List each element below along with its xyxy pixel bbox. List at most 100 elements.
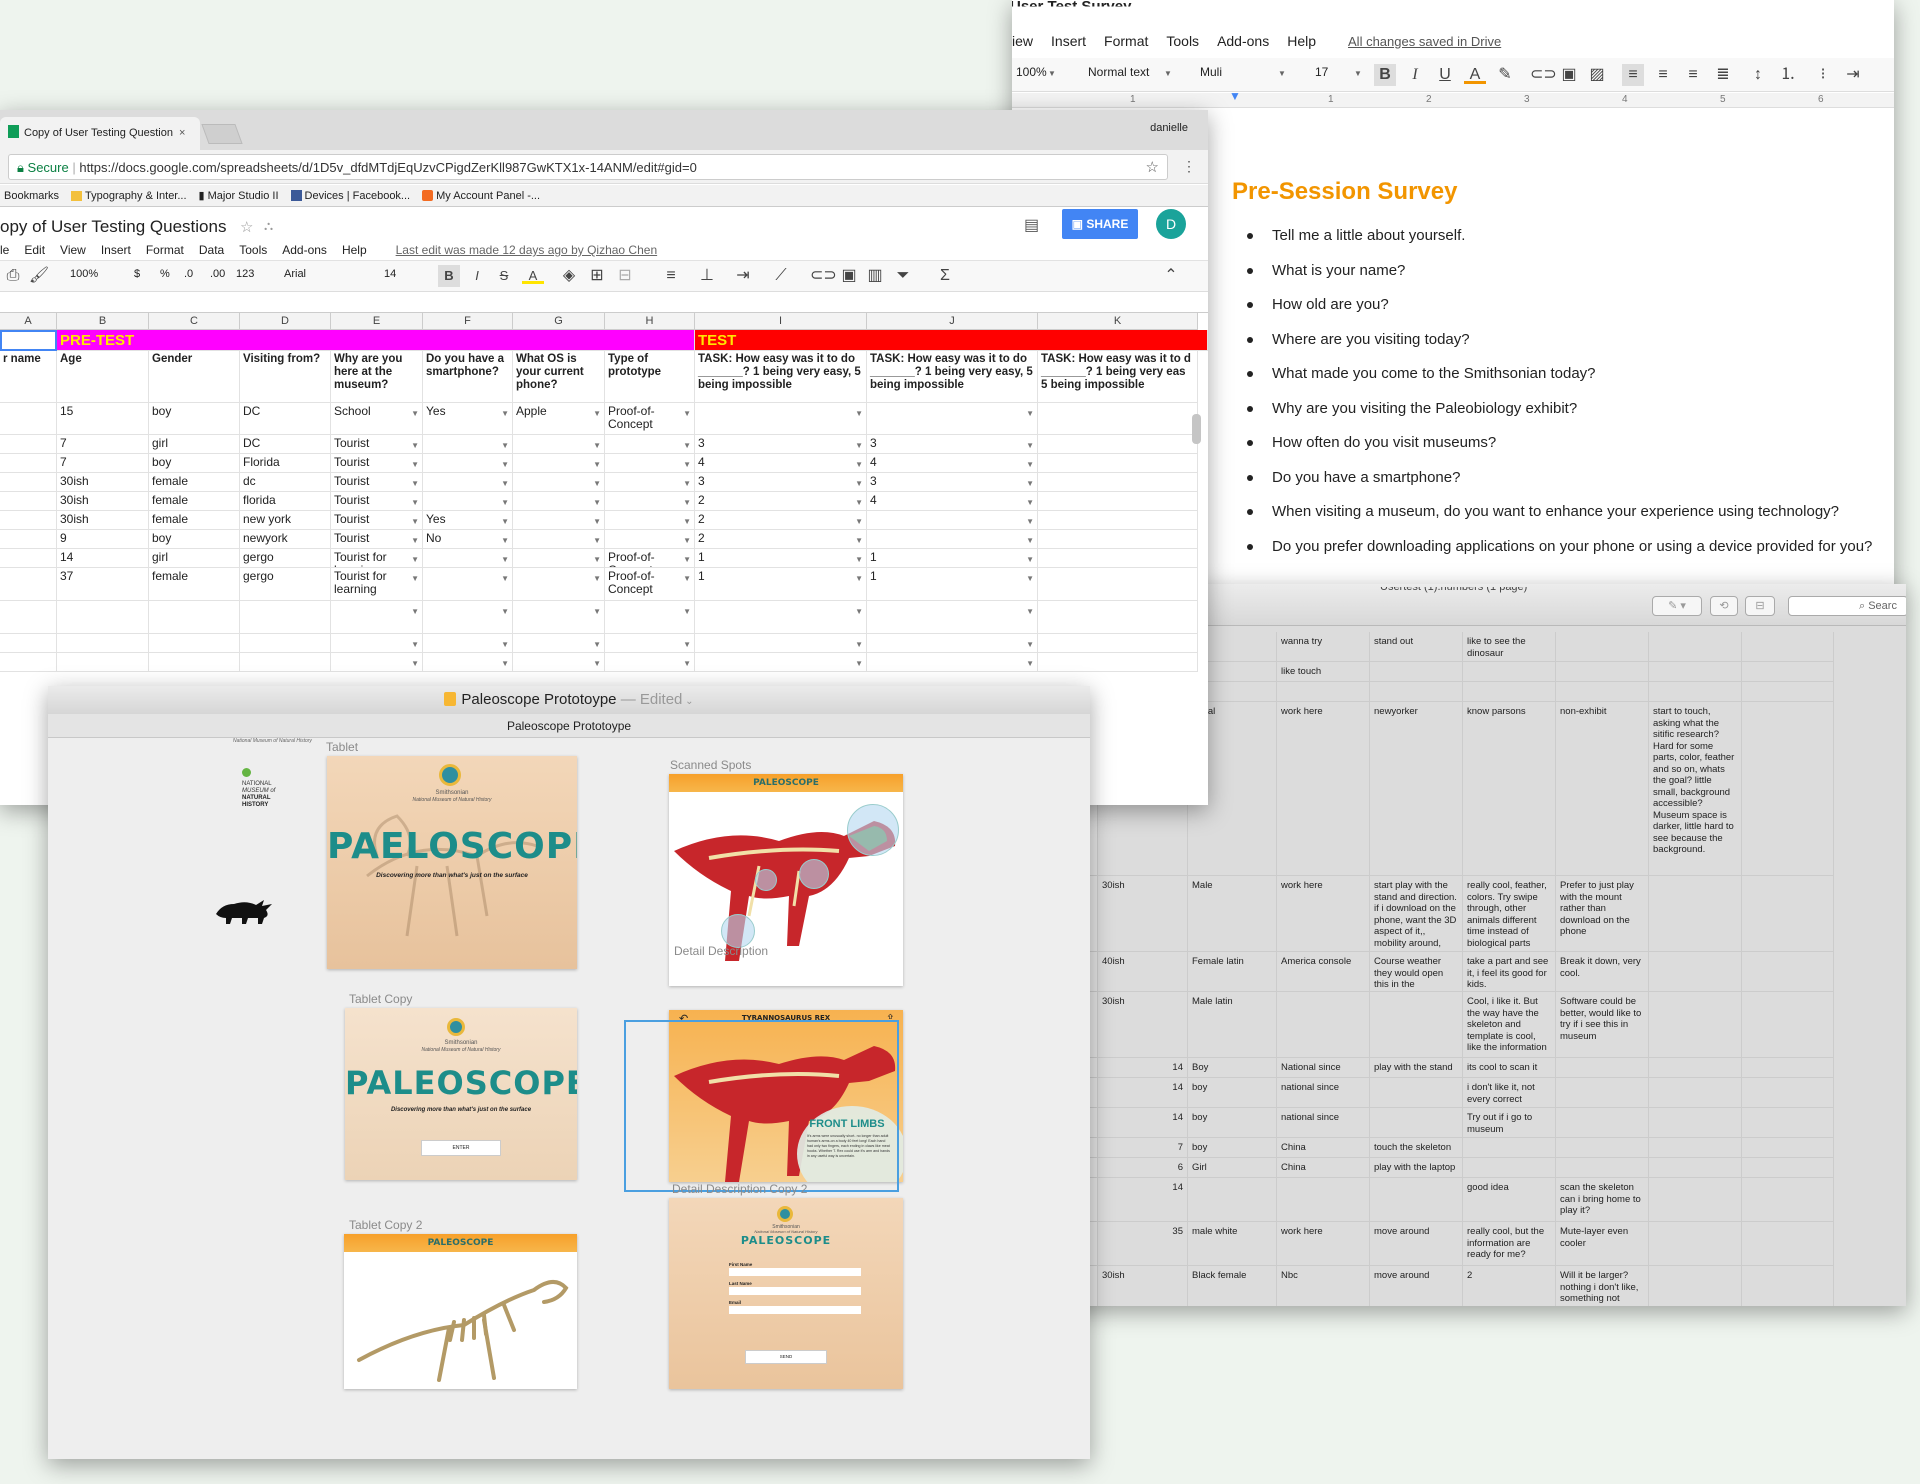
table-cell[interactable]: [1742, 1078, 1834, 1108]
dropdown-arrow-icon[interactable]: ▼: [855, 477, 863, 490]
dropdown-arrow-icon[interactable]: ▼: [683, 477, 691, 490]
table-cell[interactable]: Break it down, very cool.: [1556, 952, 1649, 992]
collapse-menu-icon[interactable]: ⌃: [1160, 265, 1182, 287]
table-cell[interactable]: [1556, 1138, 1649, 1158]
bookmark-item[interactable]: Major Studio II: [208, 190, 279, 202]
menu-data[interactable]: Data: [199, 243, 224, 257]
bold-icon[interactable]: B: [438, 265, 460, 287]
dropdown-arrow-icon[interactable]: ▼: [411, 572, 419, 585]
table-cell[interactable]: like to see the dinosaur: [1463, 632, 1556, 662]
dropdown-arrow-icon[interactable]: ▼: [501, 407, 509, 420]
formula-bar[interactable]: [0, 292, 1208, 313]
dropdown-arrow-icon[interactable]: ▼: [683, 515, 691, 528]
section-pretest[interactable]: PRE-TEST: [57, 330, 695, 351]
table-cell[interactable]: ▼: [695, 403, 867, 435]
chevron-down-icon[interactable]: ⌄: [682, 696, 693, 707]
sheets-font-select[interactable]: Arial: [284, 268, 306, 280]
text-rotate-icon[interactable]: ⟋: [770, 265, 792, 287]
table-cell[interactable]: Proof-of-Concept ▼: [605, 549, 695, 568]
table-cell[interactable]: gergo: [240, 549, 331, 568]
table-cell[interactable]: 37: [57, 568, 149, 601]
table-cell[interactable]: [1742, 1222, 1834, 1266]
table-cell[interactable]: [1649, 1222, 1742, 1266]
toolbox-icon[interactable]: ⊟: [1745, 596, 1775, 616]
table-cell[interactable]: [1649, 876, 1742, 952]
dropdown-arrow-icon[interactable]: ▼: [683, 407, 691, 420]
table-cell[interactable]: [1038, 403, 1198, 435]
table-cell[interactable]: really cool, feather, colors. Try swipe …: [1463, 876, 1556, 952]
table-cell[interactable]: stand out: [1370, 632, 1463, 662]
align-left-icon[interactable]: ≡: [1622, 64, 1644, 86]
column-header[interactable]: K: [1038, 313, 1198, 330]
table-cell[interactable]: [1370, 682, 1463, 702]
artboard-tablet-copy[interactable]: Smithsonian National Museum of Natural H…: [345, 1008, 577, 1180]
header-cell[interactable]: TASK: How easy was it to d _______? 1 be…: [1038, 351, 1198, 403]
dropdown-arrow-icon[interactable]: ▼: [855, 458, 863, 471]
dropdown-arrow-icon[interactable]: ▼: [1026, 439, 1034, 452]
docs-font-select[interactable]: Muli: [1200, 65, 1222, 79]
table-cell[interactable]: ▼: [513, 492, 605, 511]
strikethrough-icon[interactable]: S: [493, 265, 515, 287]
vertical-scrollbar[interactable]: [1192, 414, 1201, 444]
bulleted-list-icon[interactable]: ⁝: [1812, 64, 1834, 86]
bookmark-item[interactable]: My Account Panel -...: [436, 190, 540, 202]
bookmark-apps-label[interactable]: Bookmarks: [4, 190, 59, 202]
table-cell[interactable]: boy: [1188, 1108, 1277, 1138]
header-cell[interactable]: r name: [0, 351, 57, 403]
enter-button[interactable]: ENTER: [421, 1140, 501, 1156]
edited-status[interactable]: — Edited: [621, 691, 683, 708]
markup-pen-icon[interactable]: ✎ ▾: [1652, 596, 1702, 616]
table-cell[interactable]: ▼: [867, 403, 1038, 435]
table-cell[interactable]: [1038, 549, 1198, 568]
table-cell[interactable]: No ▼: [423, 530, 513, 549]
table-cell[interactable]: [0, 403, 57, 435]
dropdown-arrow-icon[interactable]: ▼: [411, 515, 419, 528]
table-cell[interactable]: [1463, 1158, 1556, 1178]
artboard-label[interactable]: Tablet Copy: [349, 992, 412, 1006]
table-cell[interactable]: 7: [1098, 1138, 1188, 1158]
dropdown-arrow-icon[interactable]: ▼: [501, 515, 509, 528]
table-cell[interactable]: [0, 653, 57, 672]
table-cell[interactable]: [1742, 1138, 1834, 1158]
table-cell[interactable]: ▼: [513, 549, 605, 568]
table-cell[interactable]: 4 ▼: [867, 492, 1038, 511]
dropdown-arrow-icon[interactable]: ▼: [1026, 657, 1034, 670]
bookmark-item[interactable]: Typography & Inter...: [85, 190, 187, 202]
italic-icon[interactable]: I: [1404, 64, 1426, 86]
comment-add-icon[interactable]: ▣: [1558, 64, 1580, 86]
table-cell[interactable]: ▼: [331, 653, 423, 672]
table-cell[interactable]: Florida: [240, 454, 331, 473]
header-cell[interactable]: Gender: [149, 351, 240, 403]
table-cell[interactable]: [1556, 1058, 1649, 1078]
highlight-icon[interactable]: ✎: [1494, 64, 1516, 86]
table-cell[interactable]: 30ish: [1098, 1266, 1188, 1306]
paint-format-icon[interactable]: 🖌︎: [28, 265, 50, 287]
table-cell[interactable]: 2 ▼: [695, 511, 867, 530]
table-cell[interactable]: ▼: [867, 601, 1038, 634]
table-cell[interactable]: [1649, 1158, 1742, 1178]
docs-style-select[interactable]: Normal text: [1088, 65, 1149, 79]
table-cell[interactable]: School ▼: [331, 403, 423, 435]
table-cell[interactable]: [57, 634, 149, 653]
triceratops-icon[interactable]: [212, 896, 276, 926]
table-cell[interactable]: Prefer to just play with the mount rathe…: [1556, 876, 1649, 952]
table-cell[interactable]: 6: [1098, 1158, 1188, 1178]
table-cell[interactable]: ▼: [605, 435, 695, 454]
dropdown-arrow-icon[interactable]: ▼: [855, 638, 863, 651]
table-cell[interactable]: [1370, 662, 1463, 682]
table-cell[interactable]: florida: [240, 492, 331, 511]
artboard-detail-description-copy-2[interactable]: Smithsonian National Museum of Natural H…: [669, 1198, 903, 1389]
table-cell[interactable]: newyorker: [1370, 702, 1463, 876]
table-cell[interactable]: ▼: [513, 530, 605, 549]
table-cell[interactable]: ▼: [423, 435, 513, 454]
table-cell[interactable]: Male: [1188, 876, 1277, 952]
table-cell[interactable]: [1463, 1138, 1556, 1158]
table-cell[interactable]: female: [149, 568, 240, 601]
dropdown-arrow-icon[interactable]: ▼: [411, 439, 419, 452]
dropdown-arrow-icon[interactable]: ▼: [411, 407, 419, 420]
table-cell[interactable]: [0, 511, 57, 530]
increase-decimal-button[interactable]: .00: [210, 268, 225, 280]
table-cell[interactable]: ▼: [513, 511, 605, 530]
table-cell[interactable]: ▼: [331, 634, 423, 653]
merge-cells-icon[interactable]: ⊟: [614, 265, 636, 287]
